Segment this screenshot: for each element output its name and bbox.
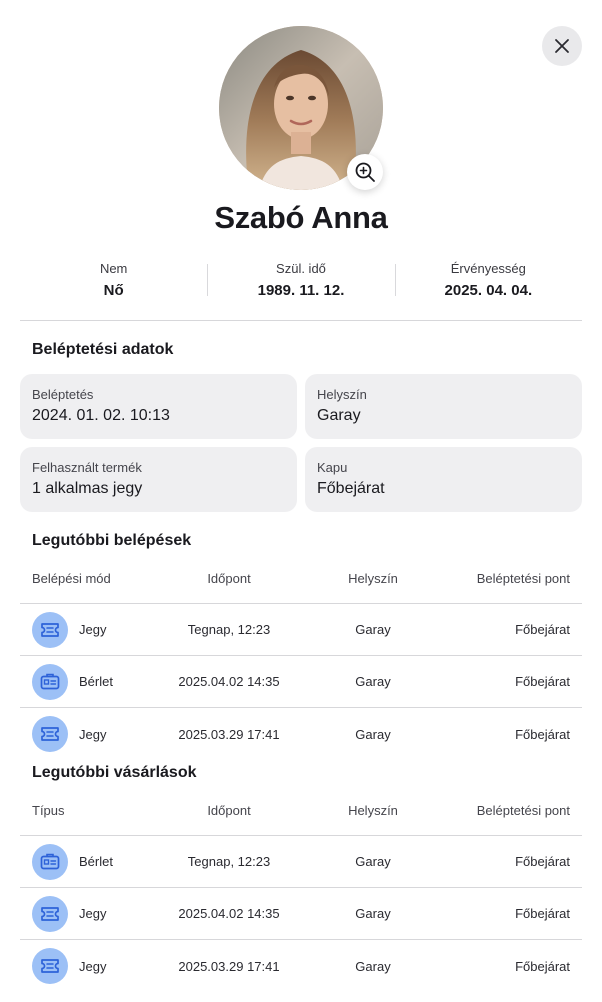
card-label: Beléptetés — [32, 387, 94, 402]
table-row[interactable]: Jegy 2025.04.02 14:35 Garay Főbejárat — [20, 888, 582, 940]
card-value: 2024. 01. 02. 10:13 — [32, 407, 170, 424]
zoom-button[interactable] — [347, 154, 383, 190]
section-title-recent-purchases: Legutóbbi vásárlások — [32, 764, 197, 781]
zoom-in-icon — [355, 162, 375, 182]
row-point: Főbejárat — [515, 906, 570, 921]
row-point: Főbejárat — [515, 622, 570, 637]
card-used-product: Felhasznált termék 1 alkalmas jegy — [20, 447, 297, 512]
row-type-cell: Jegy — [20, 948, 170, 984]
row-place: Garay — [355, 906, 391, 921]
table-row[interactable]: Jegy Tegnap, 12:23 Garay Főbejárat — [20, 604, 582, 656]
pass-card-icon — [32, 843, 68, 880]
table-row[interactable]: Jegy 2025.03.29 17:41 Garay Főbejárat — [20, 708, 582, 760]
card-value: 1 alkalmas jegy — [32, 480, 143, 497]
ticket-icon — [32, 948, 68, 984]
card-value: Főbejárat — [317, 480, 385, 497]
row-point: Főbejárat — [515, 854, 570, 869]
table-row[interactable]: Bérlet Tegnap, 12:23 Garay Főbejárat — [20, 836, 582, 888]
table-header: Típus Időpont Helyszín Beléptetési pont — [20, 786, 582, 836]
info-gender: Nem Nő — [20, 258, 207, 302]
card-gate: Kapu Főbejárat — [305, 447, 582, 512]
table-header: Belépési mód Időpont Helyszín Beléptetés… — [20, 554, 582, 604]
row-time: 2025.04.02 14:35 — [178, 906, 280, 921]
column-header: Időpont — [207, 571, 251, 586]
column-header: Típus — [32, 803, 65, 818]
profile-name: Szabó Anna — [214, 200, 388, 235]
info-label: Nem — [99, 261, 128, 276]
info-label: Szül. idő — [276, 261, 326, 276]
row-type: Jegy — [79, 726, 107, 742]
row-point: Főbejárat — [515, 674, 570, 689]
ticket-icon — [32, 611, 68, 648]
row-type-cell: Bérlet — [20, 663, 170, 700]
card-label: Felhasznált termék — [32, 460, 142, 475]
card-label: Helyszín — [317, 387, 367, 402]
column-header: Helyszín — [348, 803, 398, 818]
info-value: 2025. 04. 04. — [444, 282, 533, 299]
row-type-cell: Jegy — [20, 716, 170, 752]
divider — [20, 320, 582, 321]
card-label: Kapu — [317, 460, 348, 475]
column-header: Helyszín — [348, 571, 398, 586]
recent-entries-table: Belépési mód Időpont Helyszín Beléptetés… — [20, 554, 582, 760]
row-type: Jegy — [79, 958, 107, 974]
info-value: 1989. 11. 12. — [257, 282, 345, 299]
row-point: Főbejárat — [515, 726, 570, 742]
row-place: Garay — [355, 726, 391, 742]
row-type-cell: Jegy — [20, 895, 170, 932]
row-type-cell: Bérlet — [20, 843, 170, 880]
row-time: 2025.03.29 17:41 — [178, 726, 280, 742]
row-time: Tegnap, 12:23 — [187, 854, 271, 869]
card-location: Helyszín Garay — [305, 374, 582, 439]
profile-info-row: Nem Nő Szül. idő 1989. 11. 12. Érvényess… — [20, 258, 582, 302]
info-validity: Érvényesség 2025. 04. 04. — [394, 258, 582, 302]
column-header: Beléptetési pont — [476, 803, 570, 818]
row-type: Bérlet — [79, 854, 113, 869]
info-birthdate: Szül. idő 1989. 11. 12. — [207, 258, 394, 302]
row-type-cell: Jegy — [20, 611, 170, 648]
row-type: Jegy — [79, 622, 107, 637]
table-row[interactable]: Bérlet 2025.04.02 14:35 Garay Főbejárat — [20, 656, 582, 708]
column-header: Időpont — [207, 803, 251, 818]
pass-card-icon — [32, 663, 68, 700]
card-value: Garay — [317, 407, 361, 424]
ticket-icon — [32, 716, 68, 752]
row-type: Bérlet — [79, 674, 113, 689]
row-time: 2025.03.29 17:41 — [178, 958, 280, 974]
row-place: Garay — [355, 622, 391, 637]
row-place: Garay — [355, 958, 391, 974]
section-title-entry-data: Beléptetési adatok — [32, 341, 174, 358]
row-place: Garay — [355, 674, 391, 689]
row-time: 2025.04.02 14:35 — [178, 674, 280, 689]
row-place: Garay — [355, 854, 391, 869]
row-type: Jegy — [79, 906, 107, 921]
info-value: Nő — [103, 282, 124, 299]
row-time: Tegnap, 12:23 — [187, 622, 271, 637]
recent-purchases-table: Típus Időpont Helyszín Beléptetési pont … — [20, 786, 582, 992]
section-title-recent-entries: Legutóbbi belépések — [32, 532, 192, 549]
close-icon — [555, 39, 569, 53]
table-row[interactable]: Jegy 2025.03.29 17:41 Garay Főbejárat — [20, 940, 582, 992]
row-point: Főbejárat — [515, 958, 570, 974]
close-button[interactable] — [542, 26, 582, 66]
column-header: Beléptetési pont — [476, 571, 570, 586]
ticket-icon — [32, 895, 68, 932]
avatar-container — [219, 26, 383, 190]
card-entry-time: Beléptetés 2024. 01. 02. 10:13 — [20, 374, 297, 439]
column-header: Belépési mód — [32, 571, 111, 586]
info-label: Érvényesség — [450, 261, 526, 276]
